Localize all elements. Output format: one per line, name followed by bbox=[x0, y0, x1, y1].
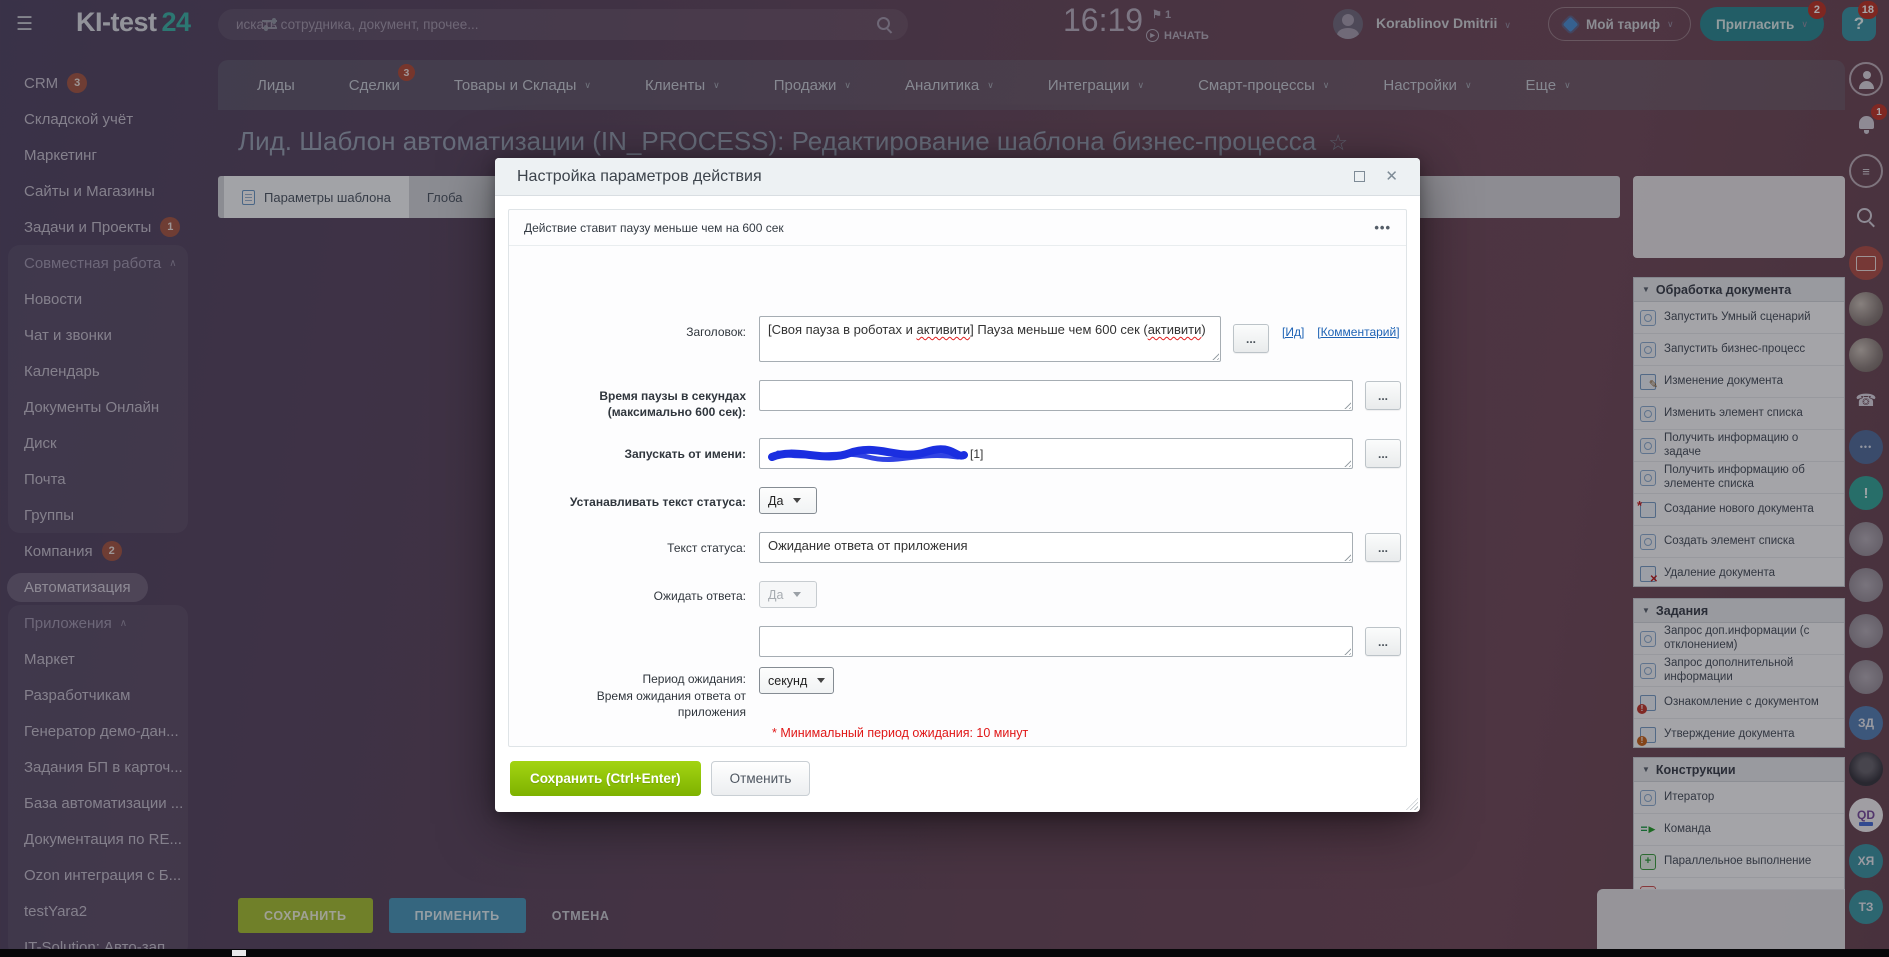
field-label: Устанавливать текст статуса: bbox=[509, 487, 759, 510]
status-text-textarea[interactable]: Ожидание ответа от приложения bbox=[759, 532, 1353, 563]
spellcheck-squiggle: активити bbox=[1148, 322, 1202, 337]
row-pause-seconds: Время паузы в секундах(максимально 600 с… bbox=[509, 380, 1406, 420]
modal-footer: Сохранить (Ctrl+Enter) Отменить bbox=[495, 747, 1420, 812]
os-taskbar-strip bbox=[0, 949, 1889, 957]
field-label: Заголовок: bbox=[509, 316, 759, 340]
field-label: Текст статуса: bbox=[509, 532, 759, 556]
row-set-status: Устанавливать текст статуса: Да bbox=[509, 487, 1406, 514]
activity-header: Действие ставит паузу меньше чем на 600 … bbox=[509, 210, 1406, 246]
minimum-period-warning: * Минимальный период ожидания: 10 минут bbox=[772, 726, 1406, 740]
cancel-button[interactable]: Отменить bbox=[711, 761, 811, 796]
action-settings-modal: Настройка параметров действия ✕ Действие… bbox=[495, 158, 1420, 812]
wait-reply-select-disabled: Да bbox=[759, 581, 817, 608]
wait-period-textarea[interactable] bbox=[759, 626, 1353, 657]
row-title: Заголовок: [Своя пауза в роботах и актив… bbox=[509, 316, 1406, 362]
field-label: Период ожидания:Время ожидания ответа от… bbox=[509, 667, 759, 720]
run-as-textarea[interactable]: [1] bbox=[759, 438, 1353, 469]
maximize-icon[interactable] bbox=[1354, 171, 1365, 182]
activity-settings-box: Действие ставит паузу меньше чем на 600 … bbox=[508, 209, 1407, 747]
row-status-text: Текст статуса: Ожидание ответа от прилож… bbox=[509, 532, 1406, 563]
activity-form: Заголовок: [Своя пауза в роботах и актив… bbox=[509, 246, 1406, 740]
status-text-insert-value-button[interactable]: ... bbox=[1365, 533, 1401, 562]
set-status-select[interactable]: Да bbox=[759, 487, 817, 514]
field-label bbox=[509, 626, 759, 634]
more-menu-icon[interactable]: ••• bbox=[1374, 220, 1391, 235]
redacted-scribble bbox=[768, 444, 968, 464]
run-as-insert-value-button[interactable]: ... bbox=[1365, 439, 1401, 468]
modal-title: Настройка параметров действия bbox=[517, 168, 762, 186]
field-label: Запускать от имени: bbox=[509, 438, 759, 462]
comment-link[interactable]: [Комментарий] bbox=[1317, 316, 1399, 339]
row-wait-period-value: ... bbox=[509, 626, 1406, 657]
row-wait-period-unit: Период ожидания:Время ожидания ответа от… bbox=[509, 667, 1406, 720]
save-button[interactable]: Сохранить (Ctrl+Enter) bbox=[510, 761, 701, 796]
pause-insert-value-button[interactable]: ... bbox=[1365, 381, 1401, 410]
wait-period-insert-value-button[interactable]: ... bbox=[1365, 627, 1401, 656]
id-link[interactable]: [Ид] bbox=[1282, 316, 1304, 339]
row-wait-reply: Ожидать ответа: Да bbox=[509, 581, 1406, 608]
title-insert-value-button[interactable]: ... bbox=[1233, 324, 1269, 353]
pause-seconds-textarea[interactable] bbox=[759, 380, 1353, 411]
modal-body: Действие ставит паузу меньше чем на 600 … bbox=[495, 196, 1420, 747]
taskbar-app-icon bbox=[232, 950, 246, 956]
title-textarea[interactable]: [Своя пауза в роботах и активити] Пауза … bbox=[759, 316, 1221, 362]
spellcheck-squiggle: активити bbox=[916, 322, 970, 337]
field-label: Время паузы в секундах(максимально 600 с… bbox=[509, 380, 759, 420]
field-label: Ожидать ответа: bbox=[509, 581, 759, 604]
row-run-as: Запускать от имени: [1] ... bbox=[509, 438, 1406, 469]
close-icon[interactable]: ✕ bbox=[1385, 169, 1398, 184]
wait-period-unit-select[interactable]: секунд bbox=[759, 667, 834, 694]
modal-header[interactable]: Настройка параметров действия ✕ bbox=[495, 158, 1420, 196]
